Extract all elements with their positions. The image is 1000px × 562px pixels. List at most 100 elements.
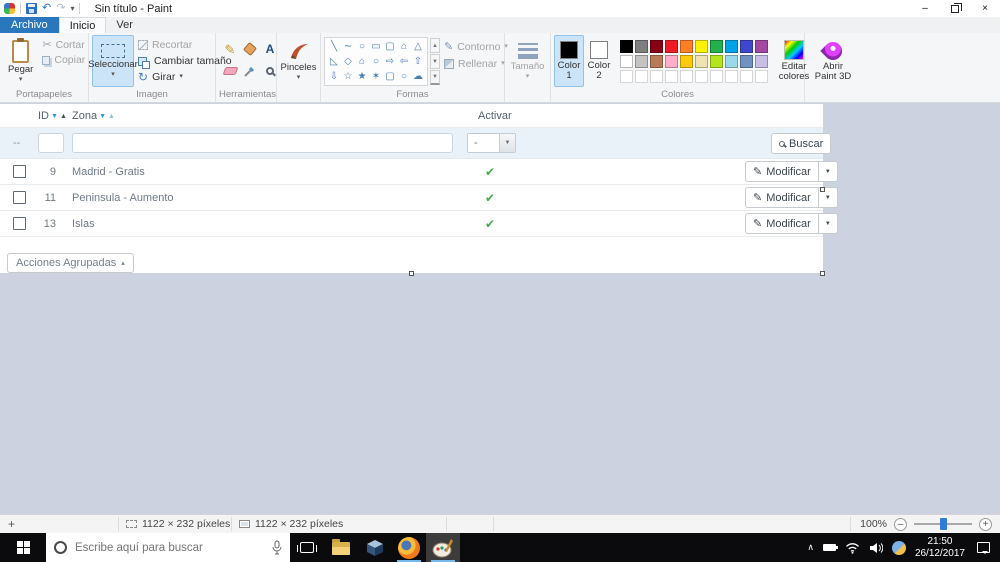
save-icon[interactable] — [26, 3, 37, 14]
palette-color-cell[interactable] — [650, 55, 663, 68]
row-checkbox[interactable] — [13, 191, 26, 204]
fill-tool-icon[interactable] — [242, 41, 258, 57]
palette-color-cell[interactable] — [740, 40, 753, 53]
pencil-tool-icon[interactable]: ✎ — [225, 43, 236, 56]
paint-workspace[interactable]: ID ▼ ▲ Zona ▼ ▲ Activar -- - ▼ Buscar 9 … — [0, 103, 1000, 514]
shape-icon[interactable]: △ — [411, 39, 425, 54]
modify-button[interactable]: ✎ Modificar — [745, 213, 819, 234]
search-button[interactable]: Buscar — [771, 133, 832, 154]
taskbar-search-box[interactable] — [46, 533, 290, 562]
virtualbox-button[interactable] — [358, 533, 392, 562]
shape-icon[interactable]: ⇦ — [397, 54, 411, 69]
customize-qat-icon[interactable]: ▾ — [70, 4, 74, 13]
row-checkbox[interactable] — [13, 217, 26, 230]
battery-icon[interactable] — [822, 544, 838, 551]
action-center-icon[interactable] — [977, 542, 990, 554]
palette-color-cell[interactable] — [620, 40, 633, 53]
zoom-in-button[interactable]: + — [979, 517, 992, 531]
taskbar-clock[interactable]: 21:50 26/12/2017 — [915, 536, 965, 560]
palette-color-cell[interactable] — [635, 55, 648, 68]
shape-icon[interactable]: ◺ — [327, 54, 341, 69]
onedrive-icon[interactable] — [891, 540, 906, 555]
shape-icon[interactable]: ☁ — [411, 69, 425, 84]
activar-filter-select[interactable]: - ▼ — [467, 133, 516, 153]
sort-up-icon[interactable]: ▲ — [60, 113, 67, 120]
shape-icon[interactable]: ⌂ — [355, 54, 369, 69]
zoom-slider[interactable] — [914, 518, 972, 530]
palette-empty-cell[interactable] — [665, 70, 678, 83]
undo-icon[interactable]: ↶ — [42, 3, 51, 14]
column-header-zona[interactable]: Zona ▼ ▲ — [72, 110, 115, 122]
palette-color-cell[interactable] — [695, 55, 708, 68]
shape-icon[interactable]: ▭ — [369, 39, 383, 54]
sort-down-icon[interactable]: ▼ — [51, 113, 58, 120]
restore-button[interactable] — [940, 0, 970, 17]
shape-icon[interactable]: ○ — [369, 54, 383, 69]
tray-chevron-icon[interactable]: ∧ — [807, 542, 814, 553]
shape-icon[interactable]: ◇ — [341, 54, 355, 69]
shape-icon[interactable]: ✶ — [369, 69, 383, 84]
shape-icon[interactable]: ⇧ — [411, 54, 425, 69]
sort-down-icon[interactable]: ▼ — [99, 113, 106, 120]
open-paint3d-button[interactable]: Abrir Paint 3D — [808, 35, 858, 87]
firefox-button[interactable] — [392, 533, 426, 562]
start-button[interactable] — [0, 533, 46, 562]
zoom-slider-thumb[interactable] — [940, 518, 947, 530]
selection-handle-bottom-right[interactable] — [820, 271, 825, 276]
modify-button[interactable]: ✎ Modificar — [745, 187, 819, 208]
brushes-button[interactable]: Pinceles ▾ — [276, 35, 322, 87]
group-actions-button[interactable]: Acciones Agrupadas ▴ — [7, 253, 134, 273]
shape-icon[interactable]: ⇩ — [327, 69, 341, 84]
palette-empty-cell[interactable] — [680, 70, 693, 83]
outline-button[interactable]: ✎ Contorno ▾ — [444, 41, 508, 53]
eyedropper-tool-icon[interactable] — [243, 64, 257, 78]
size-button[interactable]: Tamaño ▾ — [506, 35, 550, 87]
zona-filter-input[interactable] — [72, 133, 453, 153]
id-filter-input[interactable] — [38, 133, 64, 153]
palette-color-cell[interactable] — [755, 55, 768, 68]
palette-empty-cell[interactable] — [740, 70, 753, 83]
minimize-button[interactable]: – — [910, 0, 940, 17]
shape-icon[interactable]: ∼ — [341, 39, 355, 54]
palette-empty-cell[interactable] — [710, 70, 723, 83]
magnifier-tool-icon[interactable] — [266, 67, 274, 75]
palette-color-cell[interactable] — [620, 55, 633, 68]
palette-color-cell[interactable] — [665, 55, 678, 68]
text-tool-icon[interactable]: A — [266, 42, 275, 56]
row-checkbox[interactable] — [13, 165, 26, 178]
tab-ver[interactable]: Ver — [106, 17, 143, 33]
shape-icon[interactable]: ▢ — [383, 69, 397, 84]
selection-handle-right[interactable] — [820, 187, 825, 192]
eraser-tool-icon[interactable] — [222, 67, 238, 75]
redo-icon[interactable]: ↷ — [56, 3, 65, 14]
task-view-button[interactable] — [290, 533, 324, 562]
pasted-image-canvas[interactable]: ID ▼ ▲ Zona ▼ ▲ Activar -- - ▼ Buscar 9 … — [0, 104, 838, 273]
shapes-more-icon[interactable]: ▼ — [430, 70, 440, 85]
taskbar-search-input[interactable] — [75, 541, 264, 554]
palette-color-cell[interactable] — [695, 40, 708, 53]
cut-button[interactable]: ✂ Cortar — [42, 39, 85, 51]
palette-empty-cell[interactable] — [695, 70, 708, 83]
palette-color-cell[interactable] — [680, 55, 693, 68]
column-header-id[interactable]: ID ▼ ▲ — [38, 110, 67, 122]
palette-empty-cell[interactable] — [650, 70, 663, 83]
shape-icon[interactable]: ⇨ — [383, 54, 397, 69]
palette-color-cell[interactable] — [665, 40, 678, 53]
color2-button[interactable]: Color 2 — [584, 35, 614, 87]
palette-empty-cell[interactable] — [725, 70, 738, 83]
palette-color-cell[interactable] — [650, 40, 663, 53]
shapes-scroll-down-icon[interactable]: ▼ — [430, 54, 440, 69]
select-button[interactable]: Seleccionar ▾ — [88, 35, 138, 87]
color1-button[interactable]: Color 1 — [554, 35, 584, 87]
palette-color-cell[interactable] — [710, 40, 723, 53]
microphone-icon[interactable] — [272, 540, 282, 555]
speaker-icon[interactable] — [869, 542, 883, 554]
shape-icon[interactable]: ╲ — [327, 39, 341, 54]
modify-dropdown-button[interactable]: ▼ — [818, 161, 838, 182]
palette-empty-cell[interactable] — [620, 70, 633, 83]
selection-handle-bottom[interactable] — [409, 271, 414, 276]
palette-color-cell[interactable] — [755, 40, 768, 53]
paint-taskbar-button[interactable] — [426, 533, 460, 562]
palette-color-cell[interactable] — [725, 55, 738, 68]
palette-color-cell[interactable] — [740, 55, 753, 68]
